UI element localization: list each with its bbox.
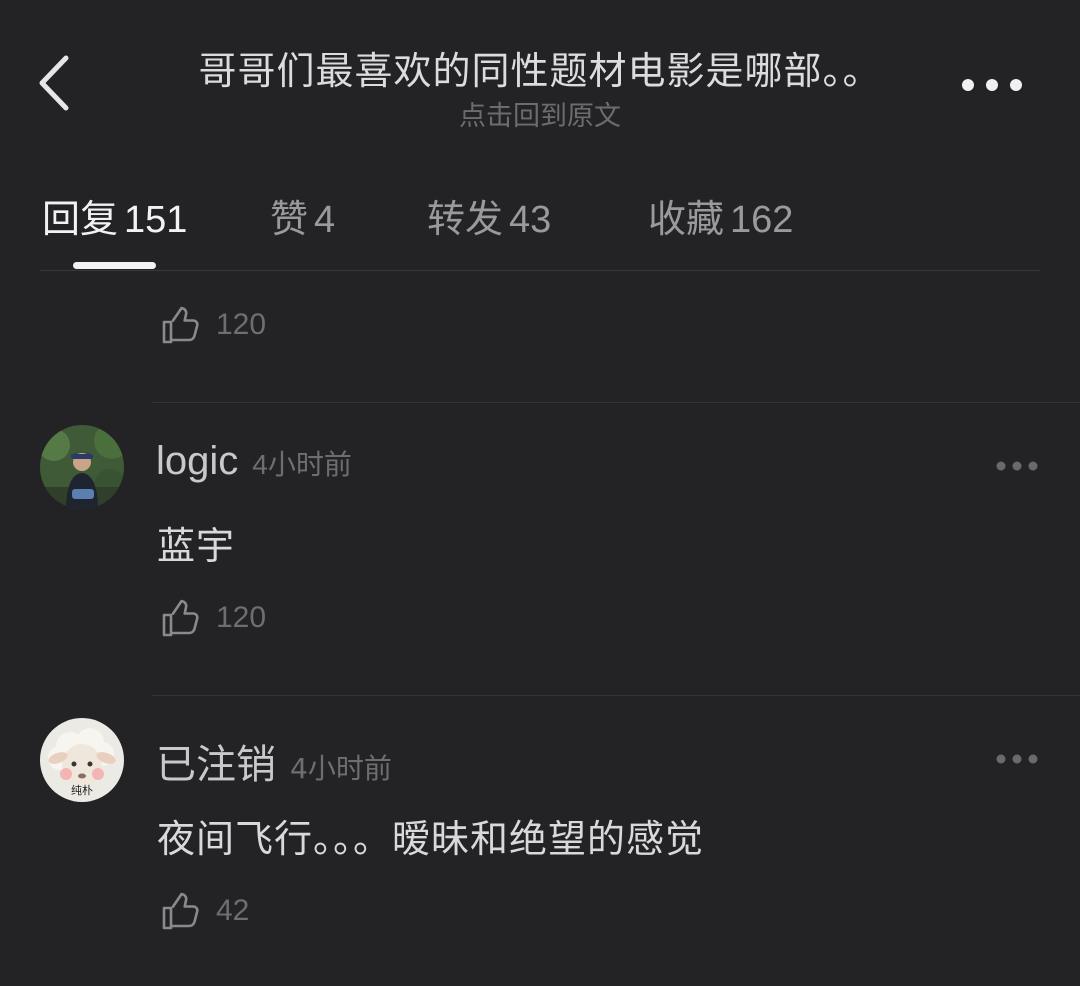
comment-more-button[interactable] (995, 751, 1039, 767)
more-horizontal-icon (962, 79, 1022, 91)
tab-count: 4 (314, 199, 336, 241)
like-count: 120 (216, 601, 267, 634)
tab-label: 赞 (270, 197, 309, 241)
tab-label: 收藏 (648, 197, 725, 241)
comment-item: logic 4小时前 蓝宇 120 (0, 403, 1080, 693)
active-tab-indicator (73, 262, 156, 269)
tab-likes[interactable]: 赞4 (270, 188, 335, 243)
like-button[interactable]: 120 (160, 597, 266, 639)
tab-favorites[interactable]: 收藏 162 (648, 188, 793, 243)
back-arrow-icon (39, 55, 69, 111)
comment-item: 纯朴 已注销 4小时前 夜间飞行。。。暧昧和绝望的感觉 42 (0, 696, 1080, 986)
like-button[interactable]: 42 (160, 890, 249, 932)
comment-more-button[interactable] (995, 458, 1039, 474)
more-horizontal-icon (996, 754, 1038, 764)
tab-label: 回复 (42, 197, 119, 241)
tab-replies[interactable]: 回复 151 (42, 188, 187, 243)
post-title[interactable]: 哥哥们最喜欢的同性题材电影是哪部。。 (140, 40, 940, 95)
back-to-original-link[interactable]: 点击回到原文 (140, 94, 940, 133)
like-button[interactable]: 120 (160, 304, 266, 346)
tabs-divider (40, 270, 1040, 271)
back-button[interactable] (30, 50, 80, 120)
comment-time: 4小时前 (252, 449, 352, 480)
comment-time: 4小时前 (290, 752, 392, 785)
comment-text: 蓝宇 (157, 524, 236, 568)
comment-text: 夜间飞行。。。暧昧和绝望的感觉 (157, 817, 705, 861)
thumbs-up-icon (162, 306, 199, 344)
tab-reposts[interactable]: 转发 43 (427, 188, 551, 243)
tab-count: 151 (124, 199, 188, 241)
tab-label: 转发 (427, 197, 504, 241)
tab-bar: 回复 151 赞4 转发 43 收藏 162 (0, 170, 1080, 270)
top-bar: 哥哥们最喜欢的同性题材电影是哪部。。 点击回到原文 (0, 0, 1080, 160)
avatar[interactable] (40, 425, 124, 509)
more-options-button[interactable] (958, 70, 1028, 100)
tab-count: 43 (509, 199, 552, 241)
thumbs-up-icon (162, 892, 199, 930)
username-text: logic (156, 439, 239, 483)
username-text: 已注销 (156, 742, 276, 788)
username[interactable]: 已注销 4小时前 (156, 732, 392, 790)
tab-count: 162 (730, 199, 794, 241)
like-count: 42 (216, 894, 250, 927)
more-horizontal-icon (996, 461, 1038, 471)
like-count: 120 (216, 308, 267, 341)
username[interactable]: logic 4小时前 (156, 439, 352, 484)
avatar[interactable]: 纯朴 (40, 718, 124, 802)
thumbs-up-icon (162, 599, 199, 637)
avatar-caption: 纯朴 (71, 784, 93, 797)
